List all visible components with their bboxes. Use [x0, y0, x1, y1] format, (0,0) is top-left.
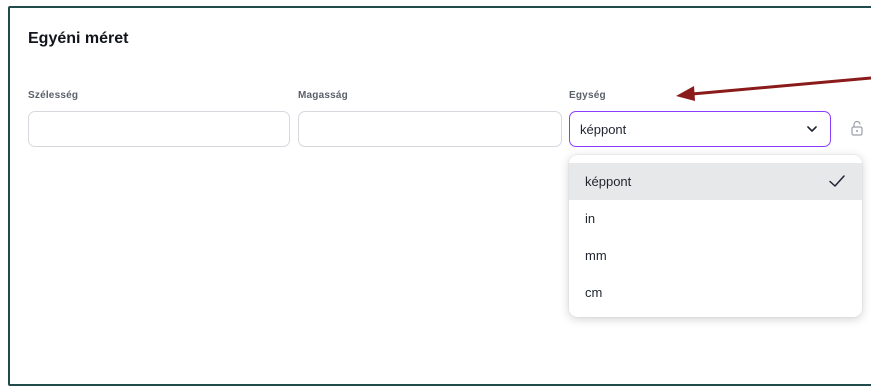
unit-option-mm[interactable]: mm: [569, 237, 862, 274]
lock-icon[interactable]: [850, 120, 864, 136]
unit-option-label: képpont: [585, 174, 632, 189]
unit-option-label: in: [585, 211, 596, 226]
dialog-title: Egyéni méret: [28, 30, 129, 47]
unit-option-label: cm: [585, 285, 603, 300]
check-icon: [829, 175, 845, 187]
height-input[interactable]: [298, 111, 562, 147]
unit-option-keppont[interactable]: képpont: [569, 163, 862, 200]
unit-option-cm[interactable]: cm: [569, 274, 862, 311]
unit-dropdown-menu: képpont in mm cm: [569, 155, 862, 317]
unit-option-label: mm: [585, 248, 607, 263]
unit-select-value: képpont: [580, 121, 627, 137]
unit-select[interactable]: képpont: [569, 111, 831, 147]
width-input[interactable]: [28, 111, 290, 147]
chevron-down-icon: [807, 126, 817, 132]
width-label: Szélesség: [28, 90, 79, 101]
unit-option-in[interactable]: in: [569, 200, 862, 237]
unit-label: Egység: [569, 90, 606, 101]
height-label: Magasság: [298, 90, 348, 101]
